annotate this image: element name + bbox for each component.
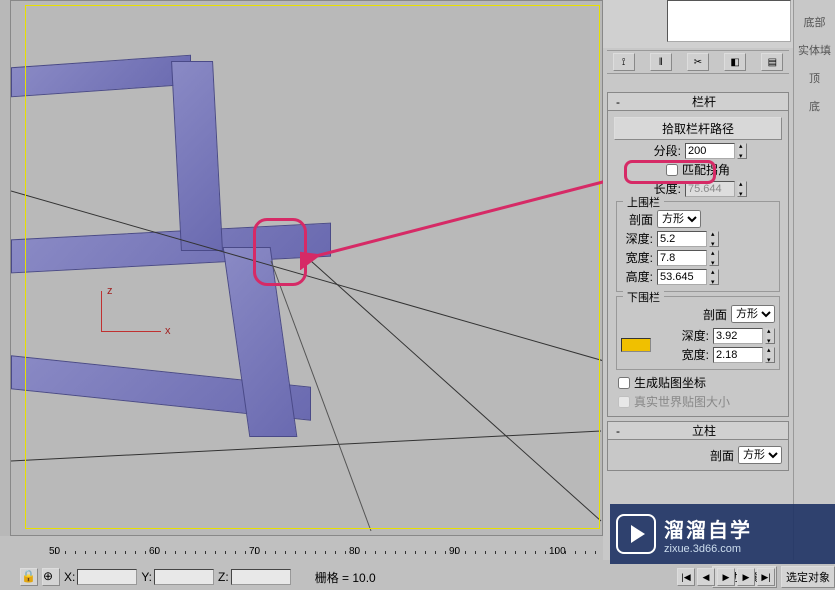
- next-frame-icon[interactable]: ▶: [737, 568, 755, 586]
- status-bar: 🔒 ⊕ X: Y: Z: 栅格 = 10.0 自动关键点 选定对象 |◀ ◀ ▶…: [0, 564, 835, 590]
- pause-icon[interactable]: ‖: [650, 53, 672, 71]
- gen-map-label: 生成贴图坐标: [634, 374, 706, 391]
- lower-width-spinner[interactable]: [713, 347, 775, 363]
- prev-frame-icon[interactable]: ◀: [697, 568, 715, 586]
- lower-width-input[interactable]: [713, 347, 763, 363]
- upper-profile-select[interactable]: 方形: [657, 210, 701, 228]
- z-label: Z:: [218, 570, 229, 584]
- upper-rail-legend: 上围栏: [623, 194, 664, 210]
- y-input[interactable]: [154, 569, 214, 585]
- segments-input[interactable]: [685, 143, 735, 159]
- collapse-icon: -: [612, 95, 624, 109]
- goto-end-icon[interactable]: ▶|: [757, 568, 775, 586]
- upper-width-input[interactable]: [657, 250, 707, 266]
- upper-height-spinner[interactable]: [657, 269, 719, 285]
- upper-width-label: 宽度:: [621, 249, 653, 266]
- time-ruler[interactable]: /* populated below */ 5060708090100: [15, 540, 603, 560]
- rollout-header-posts[interactable]: - 立柱: [608, 422, 788, 440]
- tool-icon[interactable]: ◧: [724, 53, 746, 71]
- posts-profile-label: 剖面: [710, 447, 734, 464]
- rollout-title: 栏杆: [624, 93, 784, 110]
- config-icon[interactable]: ▤: [761, 53, 783, 71]
- annotation-highlight-corner: [253, 218, 307, 286]
- watermark-logo-icon: [616, 514, 656, 554]
- upper-profile-label: 剖面: [621, 211, 653, 228]
- pick-path-button[interactable]: 拾取栏杆路径: [614, 117, 782, 140]
- key-button[interactable]: ⊕: [42, 568, 60, 586]
- lock-button[interactable]: 🔒: [20, 568, 38, 586]
- preview-area: [603, 0, 793, 48]
- rollout-posts: - 立柱 剖面 方形: [607, 421, 789, 471]
- upper-depth-spinner[interactable]: [657, 231, 719, 247]
- upper-depth-label: 深度:: [621, 230, 653, 247]
- lower-depth-input[interactable]: [713, 328, 763, 344]
- preview-thumbnail: [667, 0, 791, 42]
- group-lower-rail: 下围栏 剖面 方形 深度: 宽度:: [616, 296, 780, 370]
- watermark-url: zixue.3d66.com: [664, 543, 752, 555]
- play-icon[interactable]: ▶: [717, 568, 735, 586]
- far-item-4[interactable]: 底: [794, 92, 835, 120]
- lower-rail-color-swatch[interactable]: [621, 338, 651, 352]
- posts-profile-select[interactable]: 方形: [738, 446, 782, 464]
- far-item-1[interactable]: 底部: [794, 8, 835, 36]
- gen-map-checkbox[interactable]: [618, 377, 630, 389]
- goto-start-icon[interactable]: |◀: [677, 568, 695, 586]
- ruler-tick-label: 50: [49, 546, 60, 557]
- collapse-icon: -: [612, 424, 624, 438]
- real-world-label: 真实世界贴图大小: [634, 393, 730, 410]
- command-panel: ⟟ ‖ ✂ ◧ ▤ - 栏杆 拾取栏杆路径 分段: 匹配拐角: [603, 0, 793, 560]
- ruler-tick-label: 60: [149, 546, 160, 557]
- upper-height-label: 高度:: [621, 268, 653, 285]
- far-item-2[interactable]: 实体填: [794, 36, 835, 64]
- ruler-tick-label: 90: [449, 546, 460, 557]
- segments-spinner[interactable]: [685, 143, 747, 159]
- lower-depth-label: 深度:: [677, 327, 709, 344]
- pin-icon[interactable]: ⟟: [613, 53, 635, 71]
- rollout-railing: - 栏杆 拾取栏杆路径 分段: 匹配拐角 长度:: [607, 92, 789, 417]
- lower-depth-spinner[interactable]: [713, 328, 775, 344]
- selected-object-label[interactable]: 选定对象: [781, 566, 835, 588]
- far-right-column: 底部 实体填 顶 底: [793, 0, 835, 560]
- z-input[interactable]: [231, 569, 291, 585]
- ruler-tick-label: 80: [349, 546, 360, 557]
- fork-icon[interactable]: ✂: [687, 53, 709, 71]
- rollout-header-railing[interactable]: - 栏杆: [608, 93, 788, 111]
- lower-width-label: 宽度:: [677, 346, 709, 363]
- animation-controls: |◀ ◀ ▶ ▶ ▶|: [677, 564, 775, 590]
- annotation-highlight-option: [624, 160, 716, 184]
- x-input[interactable]: [77, 569, 137, 585]
- upper-height-input[interactable]: [657, 269, 707, 285]
- far-item-3[interactable]: 顶: [794, 64, 835, 92]
- watermark-title: 溜溜自学: [664, 514, 752, 543]
- upper-width-spinner[interactable]: [657, 250, 719, 266]
- lower-rail-legend: 下围栏: [623, 289, 664, 305]
- posts-title: 立柱: [624, 422, 784, 439]
- x-label: X:: [64, 570, 75, 584]
- lower-profile-select[interactable]: 方形: [731, 305, 775, 323]
- group-upper-rail: 上围栏 剖面 方形 深度: 宽度: 高度:: [616, 201, 780, 292]
- lower-profile-label: 剖面: [703, 306, 727, 323]
- axis-gizmo: z x: [71, 291, 171, 351]
- y-label: Y:: [141, 570, 152, 584]
- ruler-tick-label: 100: [549, 546, 566, 557]
- real-world-checkbox: [618, 396, 630, 408]
- grid-label: 栅格 = 10.0: [315, 569, 376, 586]
- segments-label: 分段:: [649, 142, 681, 159]
- upper-depth-input[interactable]: [657, 231, 707, 247]
- ruler-tick-label: 70: [249, 546, 260, 557]
- panel-icon-row: ⟟ ‖ ✂ ◧ ▤: [607, 50, 789, 74]
- watermark: 溜溜自学 zixue.3d66.com: [610, 504, 835, 564]
